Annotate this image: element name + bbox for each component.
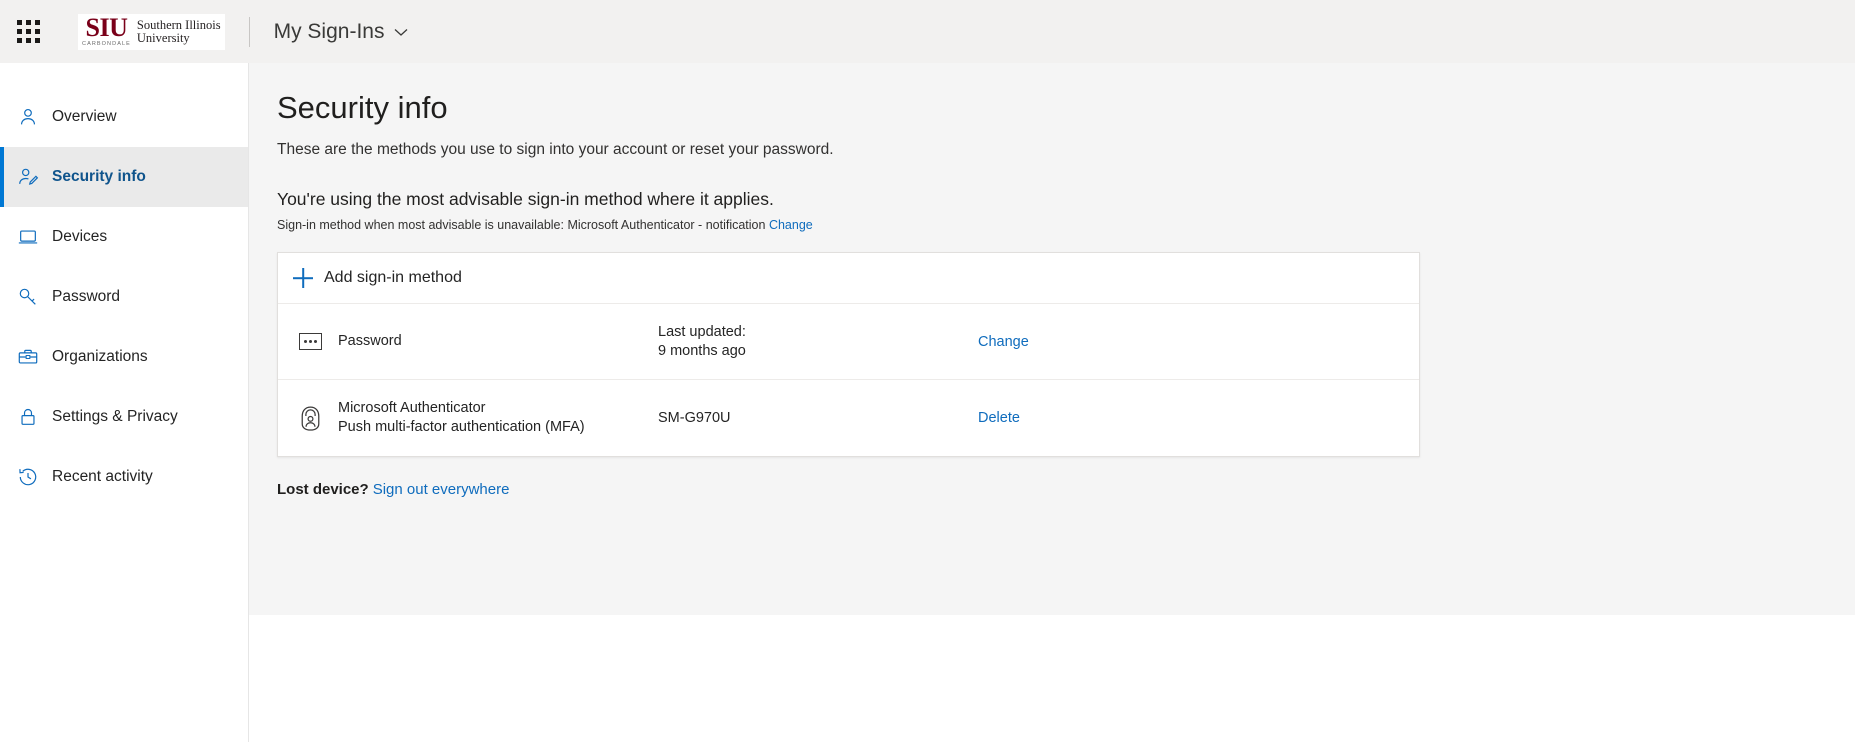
method-name: Password bbox=[338, 332, 658, 351]
advisable-heading: You're using the most advisable sign-in … bbox=[277, 189, 1855, 210]
sidebar-nav: Overview Security info Devices bbox=[0, 63, 249, 742]
sidebar-item-recent-activity[interactable]: Recent activity bbox=[0, 447, 248, 507]
sidebar-item-label: Overview bbox=[52, 108, 117, 126]
method-detail-line1: SM-G970U bbox=[658, 409, 978, 428]
add-sign-in-method-button[interactable]: Add sign-in method bbox=[278, 253, 1419, 304]
page-subtitle: These are the methods you use to sign in… bbox=[277, 141, 1855, 159]
siu-logo-wordmark-line1: Southern Illinois bbox=[137, 19, 221, 33]
method-name-secondary: Push multi-factor authentication (MFA) bbox=[338, 419, 585, 435]
siu-logo-letters: SIU bbox=[86, 16, 128, 41]
waffle-dot bbox=[35, 20, 40, 25]
history-clock-icon bbox=[16, 465, 40, 489]
page-bottom-area bbox=[249, 615, 1855, 742]
sidebar-item-label: Recent activity bbox=[52, 468, 153, 486]
sidebar-item-organizations[interactable]: Organizations bbox=[0, 327, 248, 387]
siu-logo-campus: CARBONDALE bbox=[82, 41, 131, 47]
lost-device-label: Lost device? bbox=[277, 481, 369, 498]
waffle-dot bbox=[26, 20, 31, 25]
siu-logo-wordmark: Southern Illinois University bbox=[137, 16, 221, 46]
waffle-dot bbox=[17, 29, 22, 34]
advisable-subtext-label: Sign-in method when most advisable is un… bbox=[277, 218, 765, 232]
method-actions: Change bbox=[978, 334, 1419, 350]
app-title-menu[interactable]: My Sign-Ins bbox=[274, 20, 409, 44]
authenticator-lock-person-icon bbox=[290, 405, 330, 432]
sidebar-item-label: Organizations bbox=[52, 348, 148, 366]
briefcase-icon bbox=[16, 345, 40, 369]
sidebar-item-overview[interactable]: Overview bbox=[0, 87, 248, 147]
sidebar-item-label: Password bbox=[52, 288, 120, 306]
sidebar-item-devices[interactable]: Devices bbox=[0, 207, 248, 267]
sidebar-item-label: Settings & Privacy bbox=[52, 408, 178, 426]
password-dots-icon-box bbox=[299, 333, 322, 350]
header-divider bbox=[249, 17, 250, 47]
lost-device-row: Lost device?Sign out everywhere bbox=[277, 481, 1855, 498]
app-launcher-icon[interactable] bbox=[14, 18, 42, 46]
person-edit-icon bbox=[16, 165, 40, 189]
method-detail-line2: 9 months ago bbox=[658, 342, 978, 361]
person-icon bbox=[16, 105, 40, 129]
chevron-down-icon[interactable] bbox=[394, 24, 408, 40]
password-dot bbox=[304, 340, 307, 343]
waffle-dot bbox=[35, 29, 40, 34]
sidebar-item-label: Devices bbox=[52, 228, 107, 246]
sign-out-everywhere-link[interactable]: Sign out everywhere bbox=[373, 481, 510, 498]
page-title: Security info bbox=[277, 85, 1855, 131]
sidebar-item-password[interactable]: Password bbox=[0, 267, 248, 327]
delete-authenticator-link[interactable]: Delete bbox=[978, 410, 1020, 426]
waffle-dot bbox=[35, 38, 40, 43]
method-detail-line1: Last updated: bbox=[658, 323, 978, 342]
password-dots-icon bbox=[290, 333, 330, 350]
siu-logo[interactable]: SIU CARBONDALE Southern Illinois Univers… bbox=[78, 14, 225, 50]
advisable-subtext: Sign-in method when most advisable is un… bbox=[277, 218, 1855, 232]
method-name-primary: Password bbox=[338, 333, 402, 349]
method-detail: SM-G970U bbox=[658, 409, 978, 428]
waffle-dot bbox=[26, 29, 31, 34]
sidebar-item-settings-privacy[interactable]: Settings & Privacy bbox=[0, 387, 248, 447]
main-content: Security info These are the methods you … bbox=[249, 63, 1855, 615]
change-default-method-link[interactable]: Change bbox=[769, 218, 813, 232]
waffle-dot bbox=[26, 38, 31, 43]
method-name: Microsoft Authenticator Push multi-facto… bbox=[338, 399, 658, 437]
lock-icon bbox=[16, 405, 40, 429]
app-header: SIU CARBONDALE Southern Illinois Univers… bbox=[0, 0, 1855, 63]
password-dot bbox=[309, 340, 312, 343]
method-name-primary: Microsoft Authenticator bbox=[338, 400, 486, 416]
app-title-label: My Sign-Ins bbox=[274, 20, 385, 44]
waffle-dot bbox=[17, 20, 22, 25]
plus-icon bbox=[290, 265, 316, 291]
password-dot bbox=[314, 340, 317, 343]
security-methods-card: Add sign-in method Password Last updated… bbox=[277, 252, 1420, 457]
key-icon bbox=[16, 285, 40, 309]
waffle-dot bbox=[17, 38, 22, 43]
method-detail: Last updated: 9 months ago bbox=[658, 323, 978, 361]
sidebar-item-label: Security info bbox=[52, 168, 146, 186]
change-password-link[interactable]: Change bbox=[978, 334, 1029, 350]
sidebar-item-security-info[interactable]: Security info bbox=[0, 147, 248, 207]
add-sign-in-method-label: Add sign-in method bbox=[324, 269, 462, 287]
table-row: Password Last updated: 9 months ago Chan… bbox=[278, 304, 1419, 380]
method-actions: Delete bbox=[978, 410, 1419, 426]
siu-logo-mark: SIU CARBONDALE bbox=[82, 16, 131, 48]
siu-logo-wordmark-line2: University bbox=[137, 32, 221, 46]
laptop-icon bbox=[16, 225, 40, 249]
table-row: Microsoft Authenticator Push multi-facto… bbox=[278, 380, 1419, 456]
